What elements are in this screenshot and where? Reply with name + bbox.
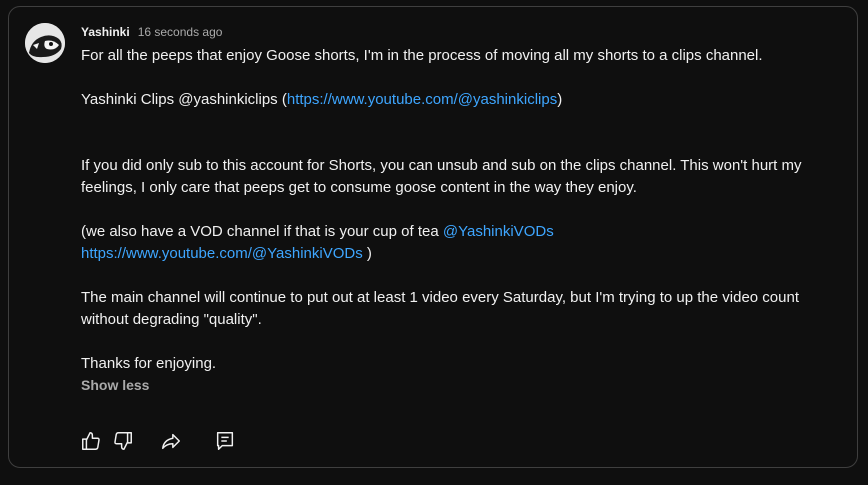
author-name[interactable]: Yashinki [81,25,130,39]
vod-channel-mention[interactable]: @YashinkiVODs [443,223,554,240]
like-icon [82,432,100,450]
vod-channel-text: (we also have a VOD channel if that is y… [81,223,443,240]
dislike-button[interactable] [109,427,137,455]
reply-icon [216,432,234,450]
line-break [81,199,841,221]
post-paragraph-6: Thanks for enjoying. [81,355,217,372]
post-paragraph-4: (we also have a VOD channel if that is y… [81,221,841,265]
clips-channel-text: Yashinki Clips @yashinkiclips ( [81,91,287,108]
line-break [81,265,841,287]
avatar[interactable] [25,23,65,63]
share-icon [162,433,180,450]
post-paragraph-1: For all the peeps that enjoy Goose short… [81,47,763,64]
line-break [81,67,841,89]
dislike-icon [114,432,132,450]
community-post: Yashinki 16 seconds ago For all the peeps… [8,6,858,468]
post-paragraph-2: Yashinki Clips @yashinkiclips (https://w… [81,89,841,111]
post-actions [77,427,239,455]
post-paragraph-5: The main channel will continue to put ou… [81,289,800,328]
vod-channel-link[interactable]: https://www.youtube.com/@YashinkiVODs [81,245,363,262]
post-header: Yashinki 16 seconds ago [81,23,841,41]
post-timestamp[interactable]: 16 seconds ago [138,25,223,39]
show-less-button[interactable]: Show less [81,375,149,395]
line-break [81,133,841,155]
reply-button[interactable] [211,427,239,455]
post-paragraph-3: If you did only sub to this account for … [81,157,802,196]
closing-paren: ) [362,245,372,262]
post-body: For all the peeps that enjoy Goose short… [81,45,841,375]
goose-avatar-icon [25,23,65,63]
share-button[interactable] [157,427,185,455]
clips-channel-link[interactable]: https://www.youtube.com/@yashinkiclips [287,91,557,108]
post-content: Yashinki 16 seconds ago For all the peeps… [81,23,841,395]
like-button[interactable] [77,427,105,455]
closing-paren: ) [557,91,563,108]
line-break [81,111,841,133]
line-break [81,331,841,353]
